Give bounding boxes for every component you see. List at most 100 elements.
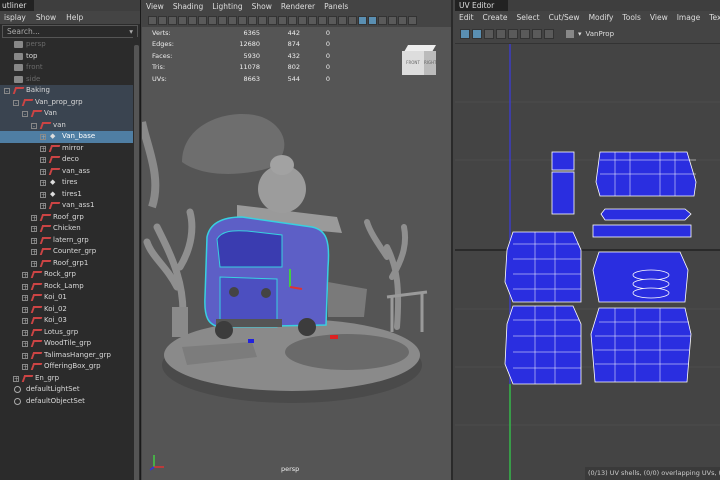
- scene-render[interactable]: [142, 27, 453, 480]
- outliner-item[interactable]: + Koi_01: [0, 292, 140, 304]
- expand-icon[interactable]: +: [22, 283, 28, 290]
- textured-icon[interactable]: [308, 15, 317, 25]
- uv-menu-cut-sew[interactable]: Cut/Sew: [549, 13, 580, 22]
- bookmark-icon[interactable]: [168, 15, 177, 25]
- viewport-panel[interactable]: View Shading Lighting Show Renderer Pane…: [142, 0, 453, 480]
- viewport-menu-panels[interactable]: Panels: [324, 2, 348, 11]
- collapse-icon[interactable]: -: [4, 88, 10, 95]
- outliner-item[interactable]: defaultObjectSet: [0, 396, 140, 408]
- expand-icon[interactable]: +: [22, 272, 28, 279]
- expand-icon[interactable]: +: [40, 191, 46, 198]
- outliner-item[interactable]: + Roof_grp: [0, 212, 140, 224]
- expand-icon[interactable]: +: [22, 352, 28, 359]
- xray-icon[interactable]: [368, 15, 377, 25]
- scrollbar-thumb[interactable]: [134, 45, 139, 480]
- outliner-item[interactable]: - Van_prop_grp: [0, 96, 140, 108]
- safe-title-icon[interactable]: [268, 15, 277, 25]
- outliner-item[interactable]: top: [0, 51, 140, 63]
- expand-icon[interactable]: +: [31, 214, 37, 221]
- grease-pencil-icon[interactable]: [198, 15, 207, 25]
- shadows-icon[interactable]: [328, 15, 337, 25]
- uv-shell-icon[interactable]: [472, 28, 482, 39]
- uv-checker-icon[interactable]: [532, 28, 542, 39]
- xray-components-icon[interactable]: [388, 15, 397, 25]
- uv-set-dropdown-icon[interactable]: ▾: [578, 30, 582, 38]
- outliner-tab[interactable]: utliner: [0, 0, 35, 11]
- lock-camera-icon[interactable]: [158, 15, 167, 25]
- image-plane-icon[interactable]: [178, 15, 187, 25]
- outliner-item[interactable]: + deco: [0, 154, 140, 166]
- xray-joints-icon[interactable]: [378, 15, 387, 25]
- expand-icon[interactable]: +: [22, 329, 28, 336]
- outliner-item[interactable]: + Koi_02: [0, 304, 140, 316]
- isolate-select-icon[interactable]: [358, 15, 367, 25]
- gate-mask-icon[interactable]: [238, 15, 247, 25]
- outliner-item[interactable]: + TalimasHanger_grp: [0, 350, 140, 362]
- viewport-menu-show[interactable]: Show: [252, 2, 272, 11]
- viewport-menu-renderer[interactable]: Renderer: [281, 2, 315, 11]
- outliner-item[interactable]: + van_ass1: [0, 200, 140, 212]
- uv-dim-icon[interactable]: [496, 28, 506, 39]
- outliner-item[interactable]: + Rock_grp: [0, 269, 140, 281]
- outliner-item[interactable]: + Chicken: [0, 223, 140, 235]
- uv-menu-create[interactable]: Create: [483, 13, 508, 22]
- outliner-item[interactable]: + Lotus_grp: [0, 327, 140, 339]
- uv-menu-modify[interactable]: Modify: [589, 13, 614, 22]
- expand-icon[interactable]: +: [22, 306, 28, 313]
- view-cube[interactable]: FRONT RIGHT: [402, 45, 437, 79]
- uv-menu-image[interactable]: Image: [677, 13, 701, 22]
- view-cube-front[interactable]: FRONT: [402, 51, 424, 75]
- expand-icon[interactable]: +: [31, 226, 37, 233]
- collapse-icon[interactable]: -: [22, 111, 28, 118]
- expand-icon[interactable]: +: [40, 203, 46, 210]
- ambient-occlusion-icon[interactable]: [338, 15, 347, 25]
- outliner-item[interactable]: + mirror: [0, 143, 140, 155]
- expand-icon[interactable]: +: [40, 145, 46, 152]
- field-chart-icon[interactable]: [248, 15, 257, 25]
- search-dropdown-icon[interactable]: ▾: [129, 27, 133, 36]
- uv-menu-tools[interactable]: Tools: [622, 13, 640, 22]
- motion-blur-icon[interactable]: [348, 15, 357, 25]
- outliner-item[interactable]: side: [0, 74, 140, 86]
- uv-texture-icon[interactable]: [484, 28, 494, 39]
- uv-select-icon[interactable]: [460, 28, 470, 39]
- outliner-menu-display[interactable]: isplay: [4, 13, 26, 22]
- outliner-item[interactable]: persp: [0, 39, 140, 51]
- uv-menu-view[interactable]: View: [650, 13, 668, 22]
- select-camera-icon[interactable]: [148, 15, 157, 25]
- uv-snap-icon[interactable]: [520, 28, 530, 39]
- expand-icon[interactable]: +: [40, 134, 46, 141]
- viewport-menu-lighting[interactable]: Lighting: [212, 2, 242, 11]
- collapse-icon[interactable]: -: [13, 99, 19, 106]
- expand-icon[interactable]: +: [31, 237, 37, 244]
- uv-grid-icon[interactable]: [508, 28, 518, 39]
- safe-action-icon[interactable]: [258, 15, 267, 25]
- expand-icon[interactable]: +: [40, 180, 46, 187]
- outliner-item[interactable]: + latern_grp: [0, 235, 140, 247]
- gamma-icon[interactable]: [408, 15, 417, 25]
- viewport-menu-shading[interactable]: Shading: [173, 2, 203, 11]
- view-cube-right[interactable]: RIGHT: [424, 51, 437, 75]
- uv-grid[interactable]: [455, 44, 720, 480]
- outliner-item[interactable]: + ◆ tires1: [0, 189, 140, 201]
- outliner-menu-show[interactable]: Show: [36, 13, 56, 22]
- collapse-icon[interactable]: -: [31, 122, 37, 129]
- smooth-shade-icon[interactable]: [288, 15, 297, 25]
- resolution-gate-icon[interactable]: [228, 15, 237, 25]
- outliner-item[interactable]: + En_grp: [0, 373, 140, 385]
- outliner-item[interactable]: front: [0, 62, 140, 74]
- uv-menu-select[interactable]: Select: [516, 13, 539, 22]
- uv-shaded-icon[interactable]: [544, 28, 554, 39]
- expand-icon[interactable]: +: [22, 341, 28, 348]
- outliner-item[interactable]: + van_ass: [0, 166, 140, 178]
- uv-editor-tab[interactable]: UV Editor: [455, 0, 509, 11]
- outliner-item[interactable]: + Rock_Lamp: [0, 281, 140, 293]
- uv-menu-edit[interactable]: Edit: [459, 13, 474, 22]
- viewport-menu-view[interactable]: View: [146, 2, 164, 11]
- outliner-item[interactable]: + WoodTile_grp: [0, 338, 140, 350]
- expand-icon[interactable]: +: [22, 295, 28, 302]
- outliner-item[interactable]: + ◆ Van_base: [0, 131, 140, 143]
- uv-menu-textures[interactable]: Textures: [709, 13, 720, 22]
- lights-icon[interactable]: [318, 15, 327, 25]
- expand-icon[interactable]: +: [40, 157, 46, 164]
